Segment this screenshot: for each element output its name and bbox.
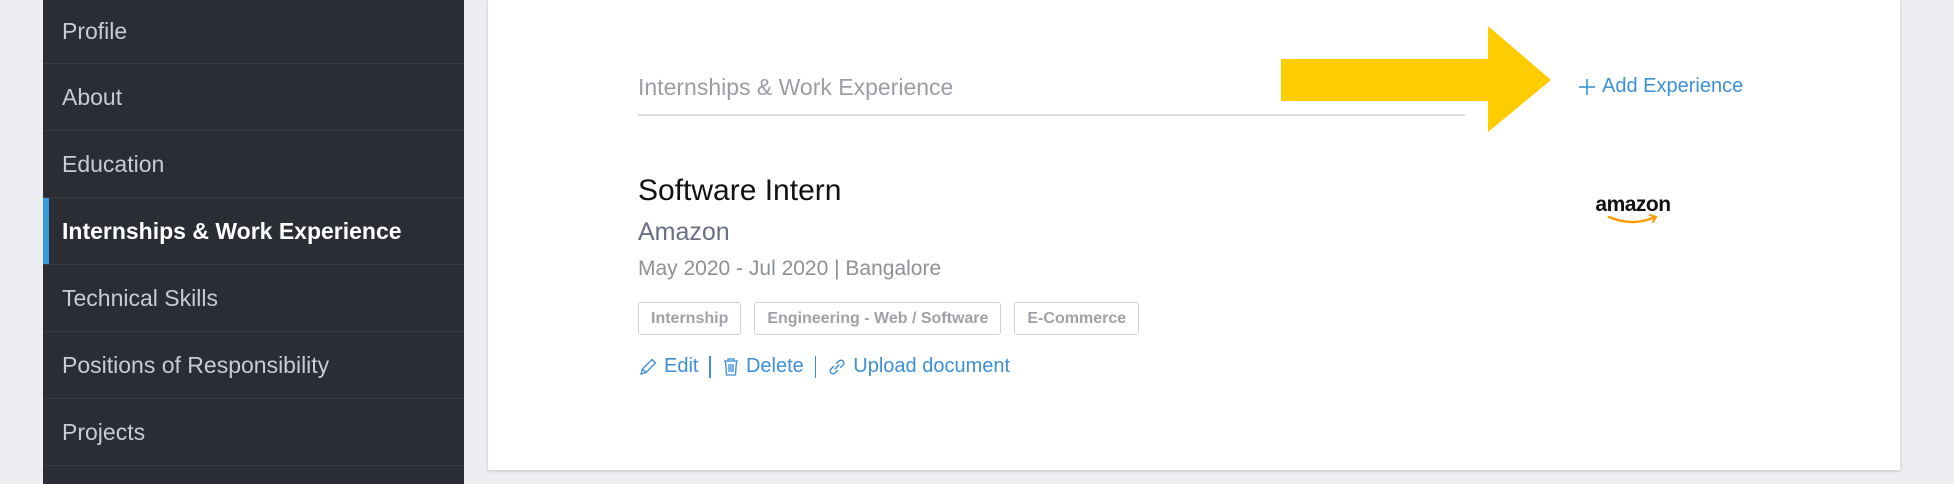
sidebar-item-label: About <box>62 83 123 110</box>
trash-icon <box>723 357 738 376</box>
amazon-logo-text: amazon <box>1595 193 1671 216</box>
tag-list: Internship Engineering - Web / Software … <box>638 302 1140 335</box>
pencil-icon <box>640 358 657 375</box>
tag-internship: Internship <box>638 302 742 335</box>
sidebar-item-internships[interactable]: Internships & Work Experience <box>43 198 464 265</box>
delete-button[interactable]: Delete <box>722 355 804 378</box>
edit-button[interactable]: Edit <box>638 355 698 378</box>
sidebar-item-positions[interactable]: Positions of Responsibility <box>43 332 464 399</box>
link-icon <box>829 358 845 375</box>
action-divider <box>709 355 711 378</box>
experience-actions: Edit Delete Upload document <box>638 355 1010 378</box>
sidebar-item-profile[interactable]: Profile <box>43 0 464 64</box>
section-title: Internships & Work Experience <box>638 74 954 100</box>
sidebar-item-label: Projects <box>62 418 146 445</box>
sidebar-item-education[interactable]: Education <box>43 131 464 198</box>
sidebar-item-label: Profile <box>62 18 128 44</box>
sidebar-item-about[interactable]: About <box>43 64 464 131</box>
edit-label: Edit <box>664 355 699 377</box>
tag-ecommerce: E-Commerce <box>1014 302 1140 335</box>
job-title: Software Intern <box>638 174 842 207</box>
plus-icon <box>1579 78 1595 95</box>
sidebar-item-technical-skills[interactable]: Technical Skills <box>43 265 464 332</box>
add-experience-label: Add Experience <box>1602 75 1744 97</box>
job-meta: May 2020 - Jul 2020 | Bangalore <box>638 257 942 280</box>
action-divider <box>814 355 817 378</box>
delete-label: Delete <box>745 355 804 377</box>
upload-label: Upload document <box>853 355 1011 377</box>
sidebar-item-label: Positions of Responsibility <box>62 351 330 378</box>
tag-engineering: Engineering - Web / Software <box>754 302 1002 335</box>
upload-document-button[interactable]: Upload document <box>827 355 1010 378</box>
experience-card: Internships & Work Experience Add Experi… <box>488 0 1900 470</box>
arrow-annotation-icon <box>1281 26 1551 132</box>
company-name: Amazon <box>638 218 730 246</box>
sidebar: Profile About Education Internships & Wo… <box>43 0 464 484</box>
company-logo: amazon <box>1588 193 1678 226</box>
sidebar-item-label: Internships & Work Experience <box>62 217 402 244</box>
sidebar-item-projects[interactable]: Projects <box>43 399 464 466</box>
sidebar-item-label: Education <box>62 150 165 177</box>
add-experience-button[interactable]: Add Experience <box>1578 75 1743 98</box>
sidebar-item-label: Technical Skills <box>62 284 218 311</box>
